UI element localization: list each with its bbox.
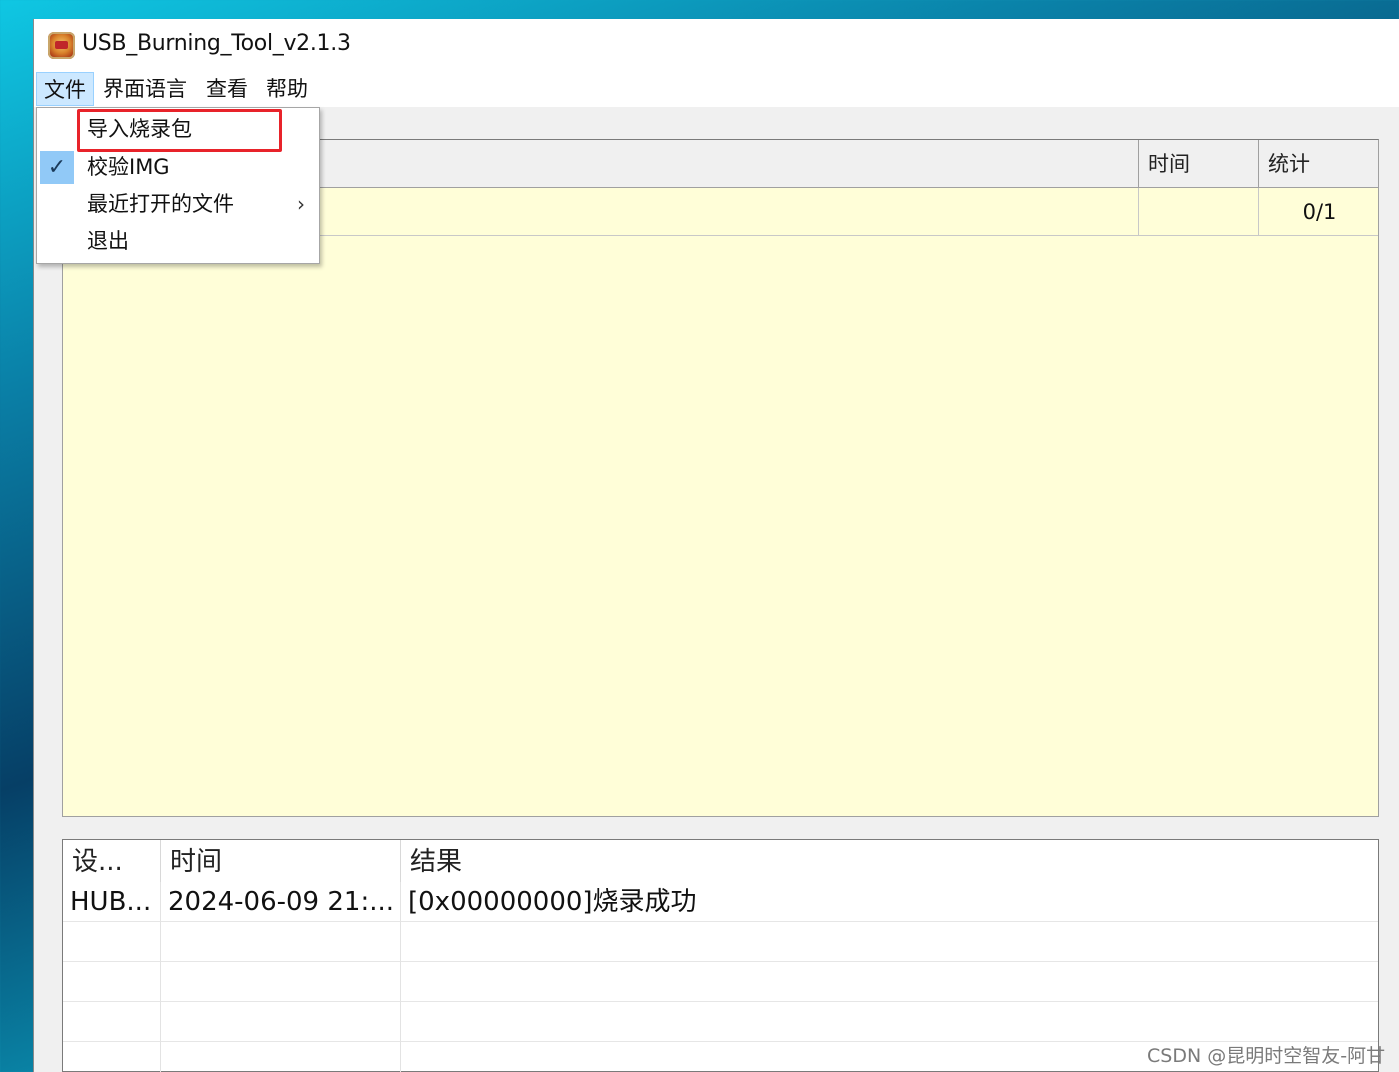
submenu-arrow-icon: › bbox=[297, 192, 305, 216]
log-empty-row bbox=[63, 962, 1378, 1002]
empty-cell bbox=[160, 1002, 400, 1042]
empty-cell bbox=[400, 1002, 1380, 1042]
file-menu-dropdown: 导入烧录包 ✓ 校验IMG 最近打开的文件 › 退出 bbox=[36, 107, 320, 264]
checkmark-icon: ✓ bbox=[40, 151, 74, 184]
log-time-header[interactable]: 时间 bbox=[160, 840, 400, 884]
stats-column-header[interactable]: 统计 bbox=[1258, 140, 1380, 188]
empty-cell bbox=[160, 1042, 400, 1072]
red-highlight-annotation bbox=[77, 109, 282, 152]
app-icon bbox=[48, 32, 75, 59]
menu-item-label: 最近打开的文件 bbox=[87, 192, 234, 216]
menu-view[interactable]: 查看 bbox=[199, 72, 255, 106]
empty-cell bbox=[63, 1002, 160, 1042]
menu-exit[interactable]: 退出 bbox=[37, 223, 319, 260]
log-result-cell: [0x00000000]烧录成功 bbox=[400, 882, 1380, 922]
log-device-cell: HUB... bbox=[70, 887, 152, 917]
empty-cell bbox=[63, 922, 160, 962]
log-device-header[interactable]: 设... bbox=[63, 840, 160, 884]
menu-interface-language[interactable]: 界面语言 bbox=[96, 72, 194, 106]
log-empty-row bbox=[63, 922, 1378, 962]
log-time-cell: 2024-06-09 21:... bbox=[160, 882, 400, 922]
empty-cell bbox=[160, 922, 400, 962]
empty-cell bbox=[400, 922, 1380, 962]
log-row[interactable]: HUB... 2024-06-09 21:... [0x00000000]烧录成… bbox=[63, 882, 1378, 922]
log-list-panel: 设... 时间 结果 HUB... 2024-06-09 21:... [0x0… bbox=[62, 839, 1379, 1072]
empty-cell bbox=[63, 1042, 160, 1072]
empty-cell bbox=[400, 962, 1380, 1002]
menu-file[interactable]: 文件 bbox=[36, 72, 94, 106]
watermark-text: CSDN @昆明时空智友-阿甘 bbox=[1147, 1045, 1386, 1067]
menu-item-label: 退出 bbox=[87, 229, 129, 253]
menu-bar: 文件 界面语言 查看 帮助 bbox=[34, 69, 1399, 107]
menu-verify-img[interactable]: ✓ 校验IMG bbox=[37, 149, 319, 186]
menu-recent-files[interactable]: 最近打开的文件 › bbox=[37, 186, 319, 223]
menu-help[interactable]: 帮助 bbox=[259, 72, 315, 106]
window-title: USB_Burning_Tool_v2.1.3 bbox=[82, 31, 351, 56]
empty-cell bbox=[63, 962, 160, 1002]
log-empty-row bbox=[63, 1002, 1378, 1042]
time-column-header[interactable]: 时间 bbox=[1138, 140, 1258, 188]
menu-item-label: 校验IMG bbox=[87, 155, 170, 179]
title-bar: USB_Burning_Tool_v2.1.3 bbox=[34, 19, 1399, 69]
empty-cell bbox=[160, 962, 400, 1002]
stats-cell: 0/1 bbox=[1258, 188, 1380, 236]
log-result-header[interactable]: 结果 bbox=[400, 840, 1380, 884]
time-cell bbox=[1138, 188, 1258, 236]
